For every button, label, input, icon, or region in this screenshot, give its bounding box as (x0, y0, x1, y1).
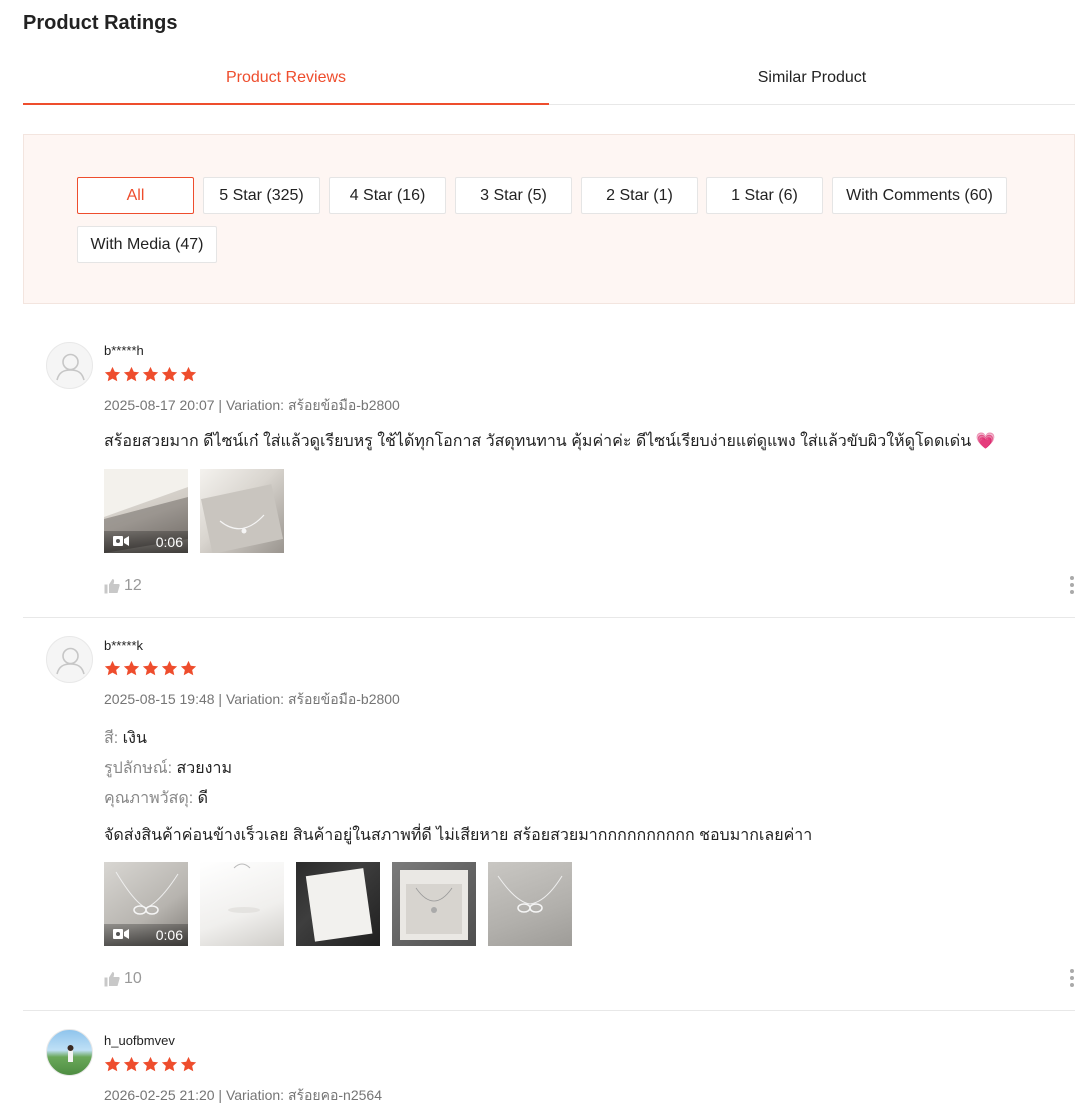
bow-necklace-image (497, 875, 563, 913)
review-comment: จัดส่งสินค้าค่อนข้างเร็วเลย สินค้าอยู่ใน… (104, 827, 813, 844)
tab-bar: Product Reviews Similar Product (23, 60, 1075, 105)
review-media: 0:06 (104, 862, 572, 946)
attribute-value: เงิน (122, 730, 147, 747)
necklace-box-image (200, 484, 284, 553)
review-attribute-quality: คุณภาพวัสดุ: ดี (104, 786, 208, 811)
star-icon (161, 366, 178, 382)
filter-2-star-button[interactable]: 2 Star (1) (581, 177, 698, 214)
review-item: b*****k 2025-08-15 19:48 | Variation: สร… (23, 618, 1075, 1011)
filter-5-star-button[interactable]: 5 Star (325) (203, 177, 320, 214)
star-rating (104, 1056, 197, 1073)
review-comment: สร้อยสวยมาก ดีไซน์เก๋ ใส่แล้วดูเรียบหรู … (104, 433, 996, 450)
necklace-box-image (400, 870, 468, 940)
review-image-thumbnail[interactable] (296, 862, 380, 946)
review-video-thumbnail[interactable]: 0:06 (104, 862, 188, 946)
video-camera-icon (113, 536, 129, 546)
review-image-thumbnail[interactable] (200, 862, 284, 946)
video-overlay: 0:06 (104, 531, 188, 553)
jewelry-box-image (305, 868, 373, 942)
star-icon (142, 660, 159, 676)
video-duration: 0:06 (155, 534, 183, 550)
avatar[interactable] (46, 636, 93, 683)
filter-with-comments-button[interactable]: With Comments (60) (832, 177, 1007, 214)
reviewer-username: b*****k (104, 638, 144, 653)
star-icon (142, 366, 159, 382)
review-image-thumbnail[interactable] (200, 469, 284, 553)
review-image-thumbnail[interactable] (392, 862, 476, 946)
reviewer-username: h_uofbmvev (104, 1033, 175, 1048)
avatar[interactable] (46, 342, 93, 389)
attribute-key: สี: (104, 730, 119, 747)
like-button[interactable]: 12 (104, 577, 142, 595)
like-count: 10 (124, 970, 142, 987)
like-button[interactable]: 10 (104, 970, 142, 988)
tab-product-reviews[interactable]: Product Reviews (23, 60, 549, 105)
thumbs-up-icon (104, 972, 120, 987)
star-rating (104, 366, 197, 383)
thumbs-up-icon (104, 579, 120, 594)
star-icon (104, 660, 121, 676)
filter-4-star-button[interactable]: 4 Star (16) (329, 177, 446, 214)
page-title: Product Ratings (23, 12, 178, 34)
review-item: h_uofbmvev 2026-02-25 21:20 | Variation:… (23, 1011, 1075, 1107)
attribute-value: สวยงาม (176, 760, 232, 777)
more-options-icon[interactable] (1069, 969, 1075, 991)
reviewer-username: b*****h (104, 343, 144, 358)
filter-with-media-button[interactable]: With Media (47) (77, 226, 217, 263)
review-date-variation: 2026-02-25 21:20 | Variation: สร้อยคอ-n2… (104, 1087, 382, 1103)
video-camera-icon (113, 929, 129, 939)
review-video-thumbnail[interactable]: 0:06 (104, 469, 188, 553)
filter-3-star-button[interactable]: 3 Star (5) (455, 177, 572, 214)
avatar[interactable] (46, 1029, 93, 1076)
review-attribute-color: สี: เงิน (104, 726, 147, 751)
gift-bag-image (228, 863, 260, 913)
star-icon (161, 1056, 178, 1072)
filter-all-button[interactable]: All (77, 177, 194, 214)
rating-filter-panel: All 5 Star (325) 4 Star (16) 3 Star (5) … (23, 134, 1075, 304)
product-ratings-page: Product Ratings Product Reviews Similar … (0, 0, 1080, 1107)
star-icon (180, 366, 197, 382)
filter-1-star-button[interactable]: 1 Star (6) (706, 177, 823, 214)
default-user-icon (56, 647, 85, 675)
user-photo-icon (67, 1045, 74, 1062)
review-image-thumbnail[interactable] (488, 862, 572, 946)
star-icon (161, 660, 178, 676)
attribute-value: ดี (197, 790, 209, 807)
default-user-icon (56, 353, 85, 381)
review-date-variation: 2025-08-15 19:48 | Variation: สร้อยข้อมื… (104, 691, 400, 707)
video-duration: 0:06 (155, 927, 183, 943)
review-item: b*****h 2025-08-17 20:07 | Variation: สร… (23, 320, 1075, 618)
star-icon (104, 366, 121, 382)
star-icon (142, 1056, 159, 1072)
star-icon (180, 1056, 197, 1072)
star-rating (104, 660, 197, 677)
review-date-variation: 2025-08-17 20:07 | Variation: สร้อยข้อมื… (104, 397, 400, 413)
like-count: 12 (124, 577, 142, 594)
star-icon (180, 660, 197, 676)
star-icon (123, 1056, 140, 1072)
attribute-key: รูปลักษณ์: (104, 760, 173, 777)
tab-similar-product[interactable]: Similar Product (549, 60, 1075, 104)
more-options-icon[interactable] (1069, 576, 1075, 598)
video-overlay: 0:06 (104, 924, 188, 946)
review-media: 0:06 (104, 469, 284, 553)
star-icon (123, 366, 140, 382)
review-attribute-appearance: รูปลักษณ์: สวยงาม (104, 756, 232, 781)
attribute-key: คุณภาพวัสดุ: (104, 790, 194, 807)
star-icon (123, 660, 140, 676)
star-icon (104, 1056, 121, 1072)
